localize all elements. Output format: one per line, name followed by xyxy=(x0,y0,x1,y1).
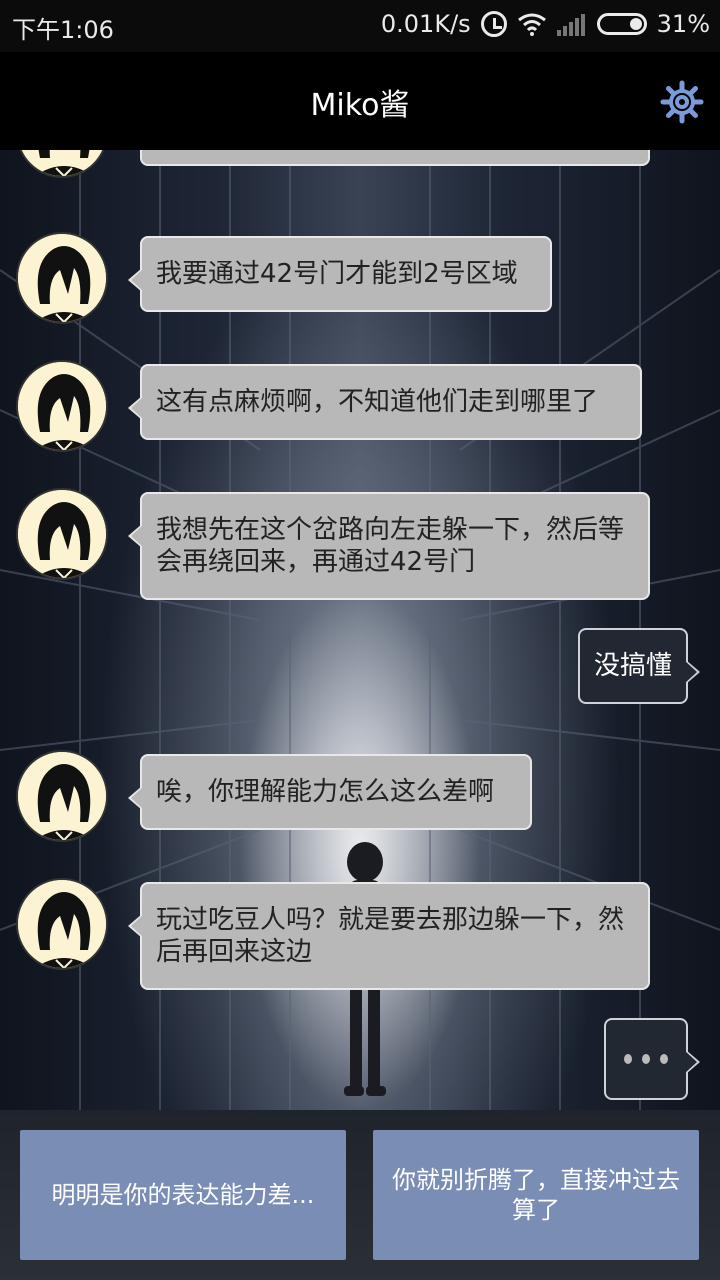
wifi-icon xyxy=(517,13,546,36)
avatar[interactable] xyxy=(16,150,108,178)
message-text: 没搞懂 xyxy=(594,651,673,681)
status-bar: 下午1:06 0.01K/s 31% xyxy=(0,0,720,52)
chat-area[interactable]: 边我要通过42号门才能到2号区域这有点麻烦啊，不知道他们走到哪里了我想先在这个岔… xyxy=(0,150,720,1110)
avatar[interactable] xyxy=(16,360,108,452)
message-text: 这有点麻烦啊，不知道他们走到哪里了 xyxy=(156,387,599,417)
chat-message: 唉，你理解能力怎么这么差啊 xyxy=(16,750,532,842)
choice-button-1[interactable]: 明明是你的表达能力差... xyxy=(20,1130,346,1260)
typing-indicator xyxy=(604,1018,700,1100)
chat-message: 玩过吃豆人吗？就是要去那边躲一下，然后再回来这边 xyxy=(16,878,650,990)
chat-message xyxy=(604,1018,700,1100)
title-bar: Miko酱 xyxy=(0,52,720,150)
choice-button-2[interactable]: 你就别折腾了，直接冲过去算了 xyxy=(373,1130,699,1260)
chat-message: 我要通过42号门才能到2号区域 xyxy=(16,232,552,324)
message-text: 玩过吃豆人吗？就是要去那边躲一下，然后再回来这边 xyxy=(156,905,625,967)
message-text: 我要通过42号门才能到2号区域 xyxy=(156,259,518,289)
avatar[interactable] xyxy=(16,488,108,580)
status-time: 下午1:06 xyxy=(12,16,114,44)
avatar[interactable] xyxy=(16,232,108,324)
message-bubble-incoming: 我要通过42号门才能到2号区域 xyxy=(128,236,552,312)
message-bubble-outgoing: 没搞懂 xyxy=(578,628,700,704)
message-bubble-incoming: 边 xyxy=(140,150,650,166)
status-right: 0.01K/s 31% xyxy=(381,10,710,38)
choice-bar: 明明是你的表达能力差... 你就别折腾了，直接冲过去算了 xyxy=(0,1110,720,1280)
message-bubble-incoming: 玩过吃豆人吗？就是要去那边躲一下，然后再回来这边 xyxy=(128,882,650,990)
message-bubble-incoming: 我想先在这个岔路向左走躲一下，然后等会再绕回来，再通过42号门 xyxy=(128,492,650,600)
message-text: 唉，你理解能力怎么这么差啊 xyxy=(156,777,495,807)
message-bubble-incoming: 这有点麻烦啊，不知道他们走到哪里了 xyxy=(128,364,642,440)
battery-level: 31% xyxy=(656,10,710,38)
signal-icon xyxy=(556,12,587,36)
network-speed: 0.01K/s xyxy=(380,10,471,38)
message-bubble-incoming: 唉，你理解能力怎么这么差啊 xyxy=(128,754,532,830)
chat-message: 这有点麻烦啊，不知道他们走到哪里了 xyxy=(16,360,642,452)
chat-message: 没搞懂 xyxy=(578,628,700,704)
page-title: Miko酱 xyxy=(310,88,410,123)
message-text: 我想先在这个岔路向左走躲一下，然后等会再绕回来，再通过42号门 xyxy=(156,515,625,577)
avatar[interactable] xyxy=(16,878,108,970)
chat-message: 我想先在这个岔路向左走躲一下，然后等会再绕回来，再通过42号门 xyxy=(16,488,650,600)
alarm-icon xyxy=(480,11,507,37)
battery-icon xyxy=(596,13,647,35)
chat-message: 边 xyxy=(16,150,650,178)
gear-icon[interactable] xyxy=(660,80,704,124)
avatar[interactable] xyxy=(16,750,108,842)
typing-dots-icon xyxy=(620,1048,672,1070)
